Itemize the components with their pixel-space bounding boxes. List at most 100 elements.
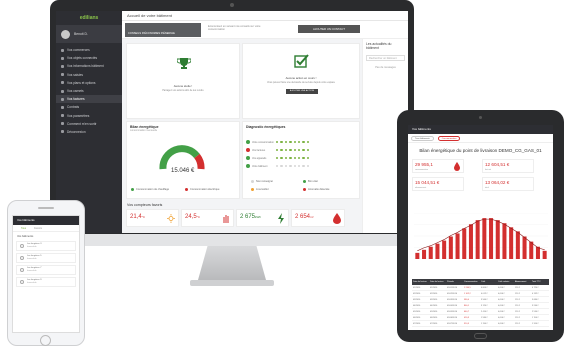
column-header[interactable]: Consommation [464, 281, 481, 283]
sidebar-item[interactable]: Vos informations bâtiment [56, 62, 122, 70]
column-header[interactable]: Date de facture [413, 281, 430, 283]
column-header[interactable]: Total TTC [532, 281, 549, 283]
diagnostic-card: Diagnostic énergétiques Votre consommati… [242, 121, 360, 199]
diag-legend: Anomalie détectée [303, 188, 330, 191]
chart-bar [489, 218, 494, 259]
home-icon [61, 48, 64, 52]
add-action-button[interactable]: AJOUTER UNE ACTION [286, 89, 318, 94]
invoice-table: Date de facture Date de lecture Période Con… [412, 279, 549, 327]
tab-favorites[interactable]: Favoris [34, 225, 42, 231]
table-cell: 03/2016 [430, 298, 438, 301]
sidebar-item[interactable]: Vos objets connectés [56, 54, 122, 62]
phone-tabs: Tous Favoris [13, 225, 79, 232]
table-cell: 01/07/2016 [447, 322, 458, 325]
sidebar-item[interactable]: Vos commerces [56, 46, 122, 54]
table-cell: 0,056 € [498, 286, 505, 289]
energy-card: Bilan énergétique consommation mensuelle… [126, 121, 240, 199]
radio-icon [20, 268, 24, 272]
table-cell: 01/06/2016 [447, 316, 458, 319]
tab-all[interactable]: Tous [21, 225, 26, 231]
legend-dot [131, 188, 134, 191]
sidebar-item[interactable]: Comment m'en sortir [56, 120, 122, 128]
sidebar-item[interactable]: Vos plans et options [56, 79, 122, 87]
status-dot [302, 140, 305, 144]
user-profile[interactable]: Benoit D. [56, 25, 122, 43]
column-header[interactable]: Coût [481, 281, 498, 283]
add-contact-button[interactable]: AJOUTER UN CONTACT [298, 25, 360, 33]
chart-bar [468, 224, 473, 259]
table-cell: 120 € [515, 310, 521, 313]
chart-bar [515, 231, 520, 259]
table-cell: 310,9 [464, 322, 470, 325]
map-icon [61, 81, 64, 85]
status-dot [276, 148, 279, 152]
table-row[interactable]: 07/2016 07/2016 01/07/2016 310,9 1 190 € 0,05… [412, 321, 549, 327]
diag-row[interactable]: Votre consommation [246, 140, 310, 144]
chart-bar [462, 228, 467, 259]
sidebar-item[interactable]: Vos saisies [56, 71, 122, 79]
table-cell: 4 012 € [481, 292, 488, 295]
list-item[interactable]: Les bruyères 7 Immeuble [16, 265, 76, 275]
column-header[interactable]: Coût unitaire [498, 281, 515, 283]
diag-row[interactable]: Votre bâtiment [246, 164, 310, 168]
table-cell: 120 € [515, 292, 521, 295]
status-dot [284, 156, 288, 160]
list-item[interactable]: Les bruyères 9 Immeuble [16, 277, 76, 287]
phone-section-title: Vos bâtiments [17, 235, 34, 238]
actions-caption: Aucune action en cours ! [285, 76, 317, 80]
table-cell: 04/2016 [430, 304, 438, 307]
list-item[interactable]: Les bruyères 3 Immeuble [16, 241, 76, 251]
filter-pill-active[interactable]: Consommation [437, 135, 461, 141]
sidebar-item[interactable]: Contrats [56, 103, 122, 111]
table-cell: 120 € [515, 322, 521, 325]
stars-caption: Aucune étoile ! [173, 84, 193, 88]
drop-icon [454, 162, 460, 171]
search-input[interactable]: Rechercher un bâtiment [366, 55, 405, 61]
status-dot [306, 164, 310, 168]
diag-row[interactable]: Vos factures [246, 148, 310, 152]
banner-image[interactable]: CONSEILS D'ÉCONOMIES D'ÉNERGIE [125, 23, 201, 37]
favorite-meter[interactable]: 2 675kWh [236, 209, 289, 227]
user-name: Benoit D. [74, 32, 88, 36]
status-dot [297, 148, 301, 152]
contract-icon [61, 105, 64, 109]
diag-row[interactable]: Vos appareils [246, 156, 310, 160]
legend-dot [251, 180, 254, 183]
sidebar-item[interactable]: Vos paramètres [56, 112, 122, 120]
sidebar-item[interactable]: Déconnexion [56, 128, 122, 136]
tablet-title: Bilan énergétique du point de livraison … [419, 148, 542, 153]
column-header[interactable]: Période [447, 281, 464, 283]
home-button[interactable] [474, 333, 487, 339]
book-icon [61, 89, 64, 93]
list-item[interactable]: Les bruyères 5 Immeuble [16, 253, 76, 263]
status-dot [289, 140, 292, 144]
column-header[interactable]: Date de lecture [430, 281, 447, 283]
favorite-meter[interactable]: 21,4°C [126, 209, 179, 227]
empty-message: Pas de messages [375, 66, 396, 69]
table-cell: 1 580 € [481, 316, 488, 319]
sun-icon [167, 214, 175, 223]
table-cell: 05/2016 [413, 310, 421, 313]
stars-card: Aucune étoile ! Partagez vos actions afi… [126, 43, 240, 119]
home-button[interactable] [40, 335, 51, 346]
monitor-chin [50, 234, 414, 246]
news-title: Les actualités du bâtiment [366, 42, 392, 50]
pencil-icon [61, 73, 64, 77]
favorite-meter[interactable]: 2 654m³ [291, 209, 345, 227]
filter-pill[interactable]: Tous bâtiments [411, 135, 434, 141]
consumption-chart [414, 213, 548, 259]
status-dot [289, 156, 292, 160]
app-logo[interactable]: edilians [56, 11, 122, 25]
radio-icon [20, 244, 24, 248]
table-cell: 01/03/2016 [447, 298, 458, 301]
legend-dot [185, 188, 188, 191]
table-cell: 120 € [515, 304, 521, 307]
sidebar-item[interactable]: Vos carnets [56, 87, 122, 95]
sidebar-item-active[interactable]: Vos factures [56, 95, 122, 104]
favorite-meter[interactable]: 24,5°C [181, 209, 234, 227]
table-cell: 4 132 € [532, 292, 539, 295]
table-cell: 1 102,2 [464, 292, 471, 295]
table-cell: 3 120 € [481, 304, 488, 307]
energy-value: 15.046 € [171, 168, 195, 174]
column-header[interactable]: Abonnement [515, 281, 532, 283]
